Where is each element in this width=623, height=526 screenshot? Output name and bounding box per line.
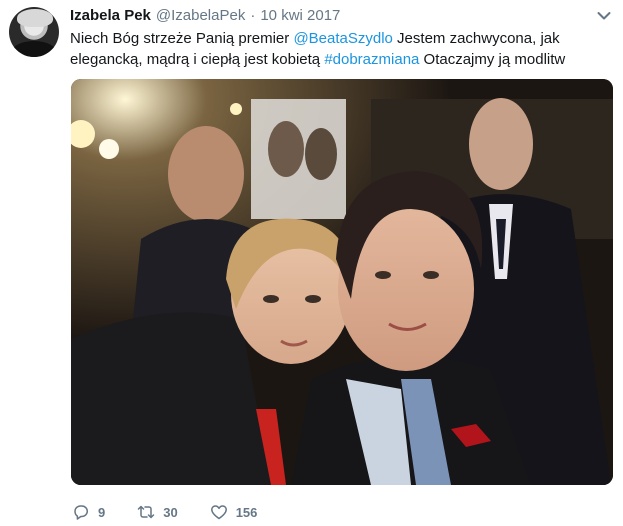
like-count: 156	[235, 504, 258, 520]
avatar[interactable]	[9, 7, 59, 57]
avatar-shoulder	[11, 41, 57, 57]
hashtag-link[interactable]: #dobrazmiana	[324, 51, 419, 68]
mention-link[interactable]: @BeataSzydlo	[293, 30, 392, 47]
tweet-photo[interactable]	[71, 79, 613, 485]
tweet-card[interactable]: Izabela Pek @IzabelaPek · 10 kwi 2017 Ni…	[0, 0, 623, 526]
tweet-text-part: Otaczajmy ją modlitw	[419, 51, 566, 68]
like-button[interactable]: 156	[210, 503, 258, 521]
tweet-header: Izabela Pek @IzabelaPek · 10 kwi 2017	[70, 7, 340, 27]
selfie-image	[71, 79, 613, 485]
user-handle[interactable]: @IzabelaPek	[156, 7, 245, 24]
tweet-actions: 9 30 156	[72, 501, 289, 523]
chevron-down-icon[interactable]	[597, 11, 611, 21]
reply-button[interactable]: 9	[72, 503, 105, 521]
reply-icon	[74, 505, 89, 520]
retweet-button[interactable]: 30	[137, 503, 178, 521]
tweet-text-part: Niech Bóg strzeże Panią premier	[70, 30, 294, 47]
heart-icon	[210, 505, 227, 520]
avatar-hair	[17, 9, 53, 27]
tweet-text: Niech Bóg strzeże Panią premier @BeataSz…	[70, 28, 570, 70]
display-name[interactable]: Izabela Pek	[70, 7, 151, 24]
reply-count: 9	[98, 504, 106, 520]
retweet-count: 30	[163, 504, 178, 520]
tweet-date[interactable]: 10 kwi 2017	[260, 7, 340, 24]
separator-dot: ·	[250, 7, 256, 24]
retweet-icon	[137, 505, 155, 519]
